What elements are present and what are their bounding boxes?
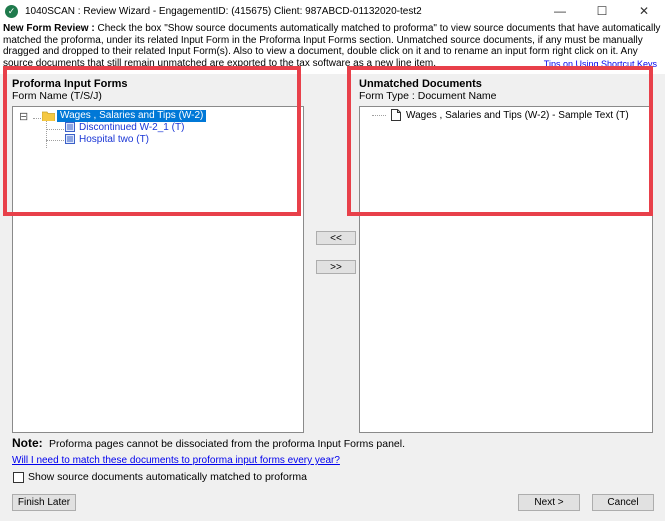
next-button[interactable]: Next >	[518, 494, 580, 511]
unmatched-documents-tree[interactable]: Wages , Salaries and Tips (W-2) - Sample…	[359, 106, 653, 433]
window-title: 1040SCAN : Review Wizard - EngagementID:…	[25, 5, 422, 17]
maximize-button[interactable]: ☐	[581, 0, 623, 22]
header-heading: New Form Review :	[3, 23, 95, 34]
note-label: Note:	[12, 436, 43, 450]
tree-child-item[interactable]: Discontinued W-2_1 (T)	[79, 122, 184, 133]
close-button[interactable]: ✕	[623, 0, 665, 22]
left-panel-subtitle: Form Name (T/S/J)	[12, 90, 102, 102]
folder-icon	[41, 111, 56, 123]
move-right-button[interactable]: >>	[316, 260, 356, 274]
unmatched-document-item[interactable]: Wages , Salaries and Tips (W-2) - Sample…	[406, 110, 629, 121]
move-left-button[interactable]: <<	[316, 231, 356, 245]
collapse-toggle-icon[interactable]: ⊟	[19, 110, 28, 123]
form-page-icon	[65, 122, 75, 132]
title-bar: ✓ 1040SCAN : Review Wizard - EngagementI…	[0, 0, 665, 22]
tree-connector	[46, 140, 64, 141]
match-every-year-link[interactable]: Will I need to match these documents to …	[12, 455, 340, 466]
right-panel-title: Unmatched Documents	[359, 78, 482, 90]
form-page-icon	[65, 134, 75, 144]
tree-connector	[46, 129, 64, 130]
show-matched-checkbox-label[interactable]: Show source documents automatically matc…	[28, 471, 307, 483]
tree-root-item[interactable]: Wages , Salaries and Tips (W-2)	[57, 110, 207, 122]
tree-connector	[46, 121, 47, 148]
left-panel-title: Proforma Input Forms	[12, 78, 128, 90]
tips-shortcut-link[interactable]: Tips on Using Shortcut Keys	[541, 59, 657, 69]
app-check-icon: ✓	[5, 4, 18, 18]
tree-root-label: Wages , Salaries and Tips (W-2)	[60, 110, 204, 121]
tree-child-item[interactable]: Hospital two (T)	[79, 134, 149, 145]
header-description-area: New Form Review : Check the box "Show so…	[0, 22, 665, 74]
tree-connector	[372, 115, 386, 116]
right-panel-subtitle: Form Type : Document Name	[359, 90, 497, 102]
document-icon	[391, 109, 401, 121]
minimize-button[interactable]: —	[539, 0, 581, 22]
show-matched-checkbox[interactable]	[13, 472, 24, 483]
cancel-button[interactable]: Cancel	[592, 494, 654, 511]
note-text: Proforma pages cannot be dissociated fro…	[49, 438, 406, 450]
finish-later-button[interactable]: Finish Later	[12, 494, 76, 511]
proforma-input-forms-tree[interactable]: ⊟ Wages , Salaries and Tips (W-2) Discon…	[12, 106, 304, 433]
